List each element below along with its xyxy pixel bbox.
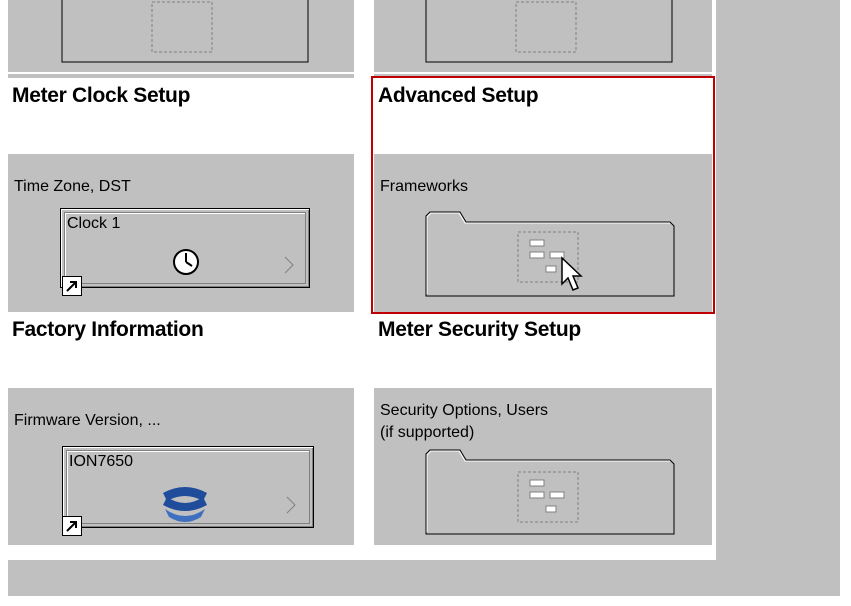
shortcut-arrow-icon — [62, 276, 82, 296]
folder-icon — [425, 449, 675, 535]
cell-title: Factory Information — [12, 318, 204, 341]
clock-icon — [173, 249, 199, 275]
cell-title: Meter Security Setup — [378, 318, 581, 341]
cell-description: Firmware Version, ... — [14, 412, 161, 429]
cell-body: Firmware Version, ... ION7650 — [8, 388, 354, 545]
security-folder-button[interactable] — [425, 449, 675, 535]
cell-body: Security Options, Users (if supported) — [374, 388, 712, 545]
cell-description-line-2: (if supported) — [380, 424, 475, 441]
ion7650-button[interactable]: ION7650 — [62, 446, 314, 528]
cell-description: Time Zone, DST — [14, 178, 131, 195]
clock-1-button[interactable]: Clock 1 — [60, 208, 310, 288]
cell-title: Meter Clock Setup — [12, 84, 191, 107]
meter-clock-setup-cell[interactable]: Meter Clock Setup Time Zone, DST Clock 1 — [8, 78, 354, 308]
setup-assistant-panel: Meter Clock Setup Time Zone, DST Clock 1 — [8, 0, 840, 596]
factory-information-cell[interactable]: Factory Information Firmware Version, ..… — [8, 312, 354, 545]
shortcut-arrow-icon — [62, 516, 82, 536]
meter-security-setup-cell[interactable]: Meter Security Setup Security Options, U… — [374, 312, 712, 545]
row-divider-bottom — [8, 545, 716, 560]
top-right-cell — [374, 0, 712, 74]
top-left-cell — [8, 0, 354, 74]
selection-highlight — [371, 76, 715, 314]
folder-button[interactable] — [61, 0, 309, 63]
ion-logo-icon — [163, 487, 207, 522]
cell-description-line-1: Security Options, Users — [380, 402, 549, 419]
play-arrow-icon — [284, 256, 294, 274]
device-label: ION7650 — [69, 453, 134, 470]
folder-button[interactable] — [425, 0, 673, 63]
cell-body: Time Zone, DST Clock 1 — [8, 154, 354, 308]
clock-label: Clock 1 — [67, 215, 121, 232]
play-arrow-icon — [286, 496, 296, 514]
